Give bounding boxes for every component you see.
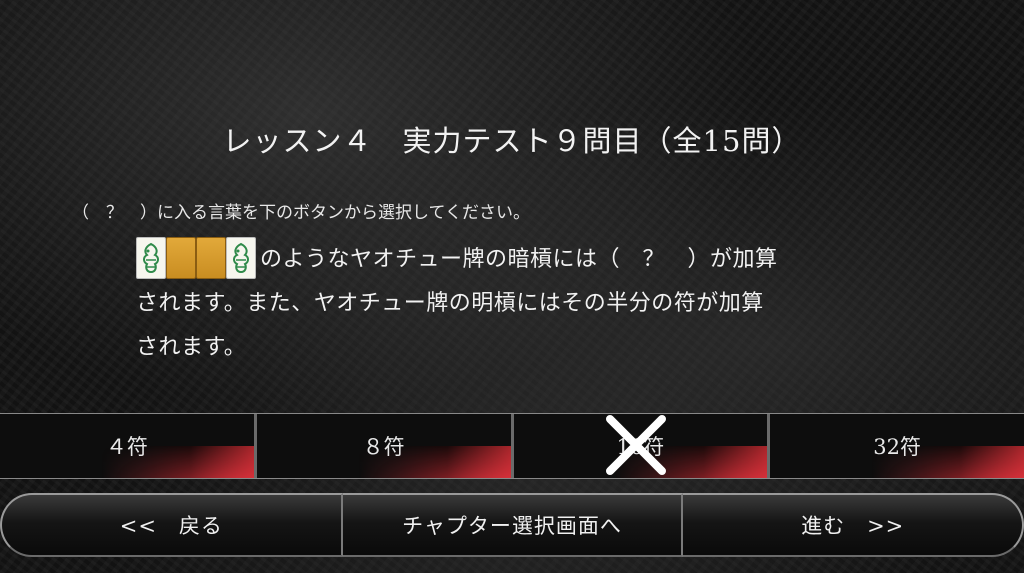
question-line-1: のようなヤオチュー牌の暗槓には（ ？ ）が加算 — [136, 237, 876, 282]
answer-button-32fu[interactable]: 32符 — [770, 414, 1024, 478]
back-button[interactable]: << 戻る — [0, 493, 343, 557]
instruction-text: （ ？ ）に入る言葉を下のボタンから選択してください。 — [72, 203, 530, 223]
answer-button-8fu[interactable]: ８符 — [256, 414, 511, 478]
tile-back-icon — [196, 237, 226, 279]
kan-tiles — [136, 237, 256, 279]
chapter-select-button[interactable]: チャプター選択画面へ — [342, 493, 684, 557]
dragon-tile-icon — [136, 237, 166, 279]
question-line-2: されます。また、ヤオチュー牌の明槓にはその半分の符が加算 — [136, 291, 764, 316]
question-text: のようなヤオチュー牌の暗槓には（ ？ ）が加算 されます。また、ヤオチュー牌の明… — [136, 237, 876, 370]
answer-buttons: ４符 ８符 16符 32符 — [0, 413, 1024, 479]
dragon-tile-icon — [226, 237, 256, 279]
lesson-title: レッスン４ 実力テスト９問目（全15問） — [222, 124, 802, 158]
tile-back-icon — [166, 237, 196, 279]
wrong-answer-x-icon — [606, 415, 666, 475]
question-line-3: されます。 — [136, 335, 247, 360]
navigation-bar: << 戻る チャプター選択画面へ 進む >> — [0, 493, 1024, 557]
answer-button-4fu[interactable]: ４符 — [0, 414, 254, 478]
next-button[interactable]: 進む >> — [683, 493, 1024, 557]
